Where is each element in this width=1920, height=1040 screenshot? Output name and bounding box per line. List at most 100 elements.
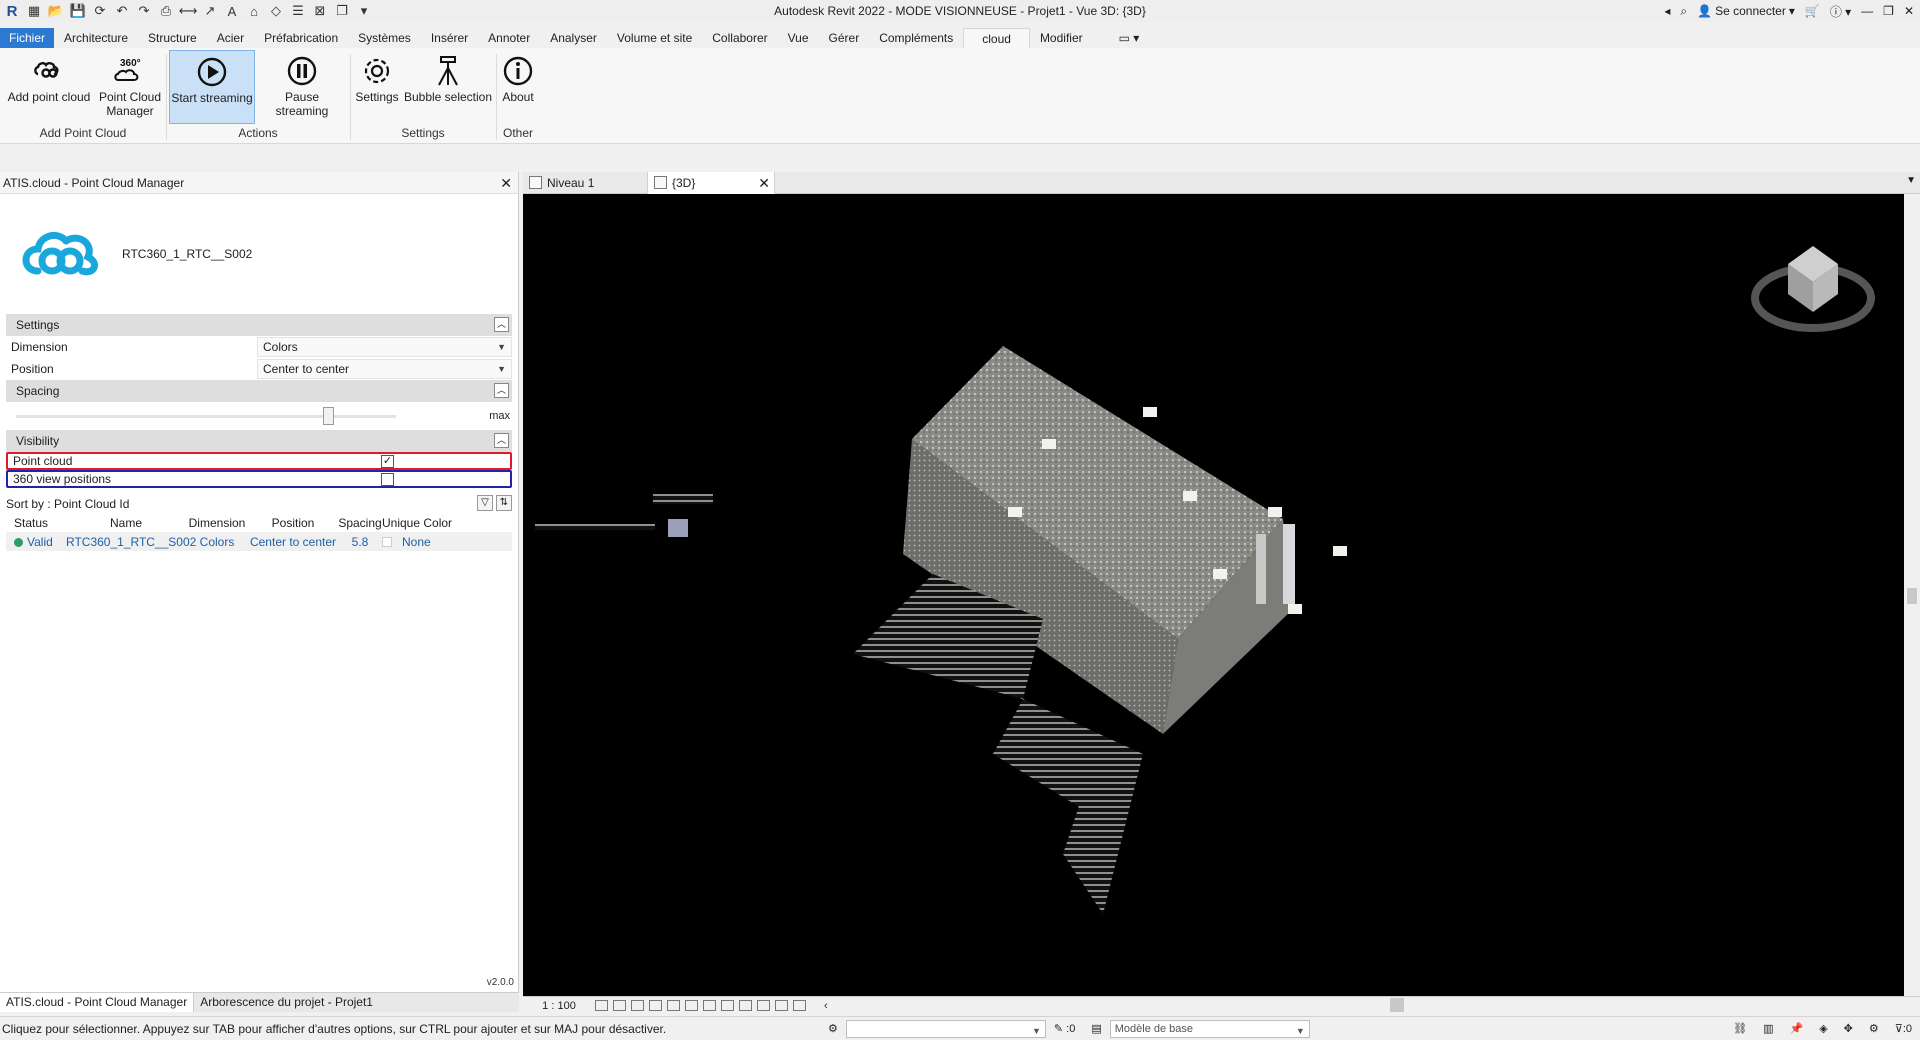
tab-vue[interactable]: Vue xyxy=(778,28,819,48)
section-icon[interactable]: ◇ xyxy=(268,3,284,19)
col-unique-color[interactable]: Unique Color xyxy=(382,516,462,530)
close-hidden-icon[interactable]: ⊠ xyxy=(312,3,328,19)
ribbon-display-options-icon[interactable]: ▭ ▾ xyxy=(1113,28,1146,48)
pause-streaming-button[interactable]: Pause streaming xyxy=(258,52,346,122)
tab-systemes[interactable]: Systèmes xyxy=(348,28,421,48)
color-swatch[interactable] xyxy=(382,536,392,547)
dimension-icon[interactable]: ↗ xyxy=(202,3,218,19)
open-icon[interactable]: 📂 xyxy=(48,3,64,19)
3d-view-icon[interactable]: ⌂ xyxy=(246,3,262,19)
visual-style-icon[interactable] xyxy=(613,1000,626,1011)
background-processes-icon[interactable]: ⚙ xyxy=(1869,1022,1879,1035)
start-streaming-button[interactable]: Start streaming xyxy=(169,50,255,124)
view-scale[interactable]: 1 : 100 xyxy=(523,1000,595,1012)
scroll-thumb[interactable] xyxy=(1907,588,1917,604)
slider-thumb[interactable] xyxy=(322,407,334,425)
filter-selection[interactable]: ⊽:0 xyxy=(1895,1022,1912,1035)
point-cloud-manager-button[interactable]: 360° Point Cloud Manager xyxy=(96,52,164,122)
scroll-left-icon[interactable]: ‹ xyxy=(824,1000,828,1012)
design-options-icon[interactable]: ▤ xyxy=(1091,1022,1101,1035)
spacing-section[interactable]: Spacing ︿ xyxy=(6,380,512,402)
edit-requests-icon[interactable]: ✎ xyxy=(1054,1023,1063,1035)
3d-viewport[interactable] xyxy=(523,194,1904,996)
view-cube-icon[interactable] xyxy=(1751,246,1875,332)
worksets-icon[interactable]: ⚙ xyxy=(828,1022,838,1035)
position-select[interactable]: Center to center ▼ xyxy=(257,359,512,379)
show-crop-icon[interactable] xyxy=(703,1000,716,1011)
tab-cloud[interactable]: cloud xyxy=(963,28,1030,48)
recent-files-icon[interactable]: ▦ xyxy=(26,3,42,19)
tab-3d[interactable]: {3D} ✕ xyxy=(648,172,775,194)
reveal-hidden-icon[interactable] xyxy=(757,1000,770,1011)
cart-icon[interactable]: 🛒 xyxy=(1805,4,1820,18)
settings-button[interactable]: Settings xyxy=(352,52,402,122)
help-icon[interactable]: ⓘ ▾ xyxy=(1830,3,1851,20)
tab-structure[interactable]: Structure xyxy=(138,28,207,48)
detail-level-icon[interactable] xyxy=(595,1000,608,1011)
measure-icon[interactable]: ⟷ xyxy=(179,3,198,19)
close-panel-icon[interactable]: ✕ xyxy=(500,172,512,194)
tab-prefabrication[interactable]: Préfabrication xyxy=(254,28,348,48)
save-icon[interactable]: 💾 xyxy=(70,3,86,19)
spacing-slider[interactable]: max xyxy=(6,402,512,430)
tab-niveau-1[interactable]: Niveau 1 xyxy=(523,172,648,194)
tag-icon[interactable]: A xyxy=(224,3,240,19)
collapse-icon[interactable]: ︿ xyxy=(494,383,509,398)
tab-acier[interactable]: Acier xyxy=(207,28,254,48)
minimize-icon[interactable]: — xyxy=(1861,4,1873,18)
tab-annoter[interactable]: Annoter xyxy=(478,28,540,48)
tabs-dropdown-icon[interactable]: ▼ xyxy=(1906,175,1916,186)
drag-elements-icon[interactable]: ✥ xyxy=(1844,1022,1853,1035)
tab-architecture[interactable]: Architecture xyxy=(54,28,138,48)
filter-icon[interactable]: ▽ xyxy=(477,495,493,511)
tab-collaborer[interactable]: Collaborer xyxy=(702,28,777,48)
col-dimension[interactable]: Dimension xyxy=(186,516,248,530)
dimension-select[interactable]: Colors ▼ xyxy=(257,337,512,357)
tab-analyser[interactable]: Analyser xyxy=(540,28,607,48)
bubble-selection-button[interactable]: Bubble selection xyxy=(402,52,494,122)
revit-logo-icon[interactable]: R xyxy=(4,3,20,20)
design-option-select[interactable]: Modèle de base ▼ xyxy=(1109,1019,1310,1038)
col-name[interactable]: Name xyxy=(66,516,186,530)
binoculars-icon[interactable]: ⌕ xyxy=(1680,4,1687,19)
slider-track[interactable] xyxy=(16,415,396,418)
sun-path-icon[interactable] xyxy=(631,1000,644,1011)
tab-modifier[interactable]: Modifier xyxy=(1030,28,1093,48)
collapse-icon[interactable]: ︿ xyxy=(494,317,509,332)
sort-icon[interactable]: ⇅ xyxy=(496,495,512,511)
restore-icon[interactable]: ❐ xyxy=(1883,4,1894,18)
tab-fichier[interactable]: Fichier xyxy=(0,28,55,48)
print-icon[interactable]: ⎙ xyxy=(158,3,174,19)
analytical-model-icon[interactable] xyxy=(775,1000,788,1011)
collapse-icon[interactable]: ︿ xyxy=(494,433,509,448)
visibility-section[interactable]: Visibility ︿ xyxy=(6,430,512,452)
select-links-icon[interactable]: ⛓ xyxy=(1733,1022,1747,1035)
shadows-icon[interactable] xyxy=(649,1000,662,1011)
horizontal-scroll-thumb[interactable] xyxy=(1390,998,1404,1012)
col-status[interactable]: Status xyxy=(6,516,66,530)
tab-project-browser[interactable]: Arborescence du projet - Projet1 xyxy=(194,993,379,1012)
thin-lines-icon[interactable]: ☰ xyxy=(290,3,306,19)
redo-icon[interactable]: ↷ xyxy=(136,3,152,19)
back-arrow-icon[interactable]: ◂ xyxy=(1664,4,1670,18)
tab-volume-et-site[interactable]: Volume et site xyxy=(607,28,702,48)
col-position[interactable]: Position xyxy=(248,516,338,530)
table-row[interactable]: Valid RTC360_1_RTC__S002 Colors Center t… xyxy=(6,532,512,551)
tab-inserer[interactable]: Insérer xyxy=(421,28,478,48)
tab-gerer[interactable]: Gérer xyxy=(819,28,870,48)
col-spacing[interactable]: Spacing xyxy=(338,516,382,530)
customize-qat-icon[interactable]: ▾ xyxy=(356,3,372,19)
select-by-face-icon[interactable]: ◈ xyxy=(1819,1022,1827,1035)
lock-view-icon[interactable] xyxy=(721,1000,734,1011)
view-positions-checkbox[interactable] xyxy=(381,472,394,486)
about-button[interactable]: About xyxy=(498,52,538,122)
signin-button[interactable]: 👤 Se connecter ▾ xyxy=(1697,4,1795,18)
tab-point-cloud-manager[interactable]: ATIS.cloud - Point Cloud Manager xyxy=(0,993,195,1012)
crop-view-icon[interactable] xyxy=(685,1000,698,1011)
temporary-hide-icon[interactable] xyxy=(739,1000,752,1011)
close-tab-icon[interactable]: ✕ xyxy=(758,172,770,194)
vertical-scrollbar[interactable] xyxy=(1904,194,1920,996)
add-point-cloud-button[interactable]: Add point cloud xyxy=(4,52,94,122)
point-cloud-checkbox[interactable]: ✓ xyxy=(381,454,394,468)
switch-windows-icon[interactable]: ❐ xyxy=(334,3,350,19)
